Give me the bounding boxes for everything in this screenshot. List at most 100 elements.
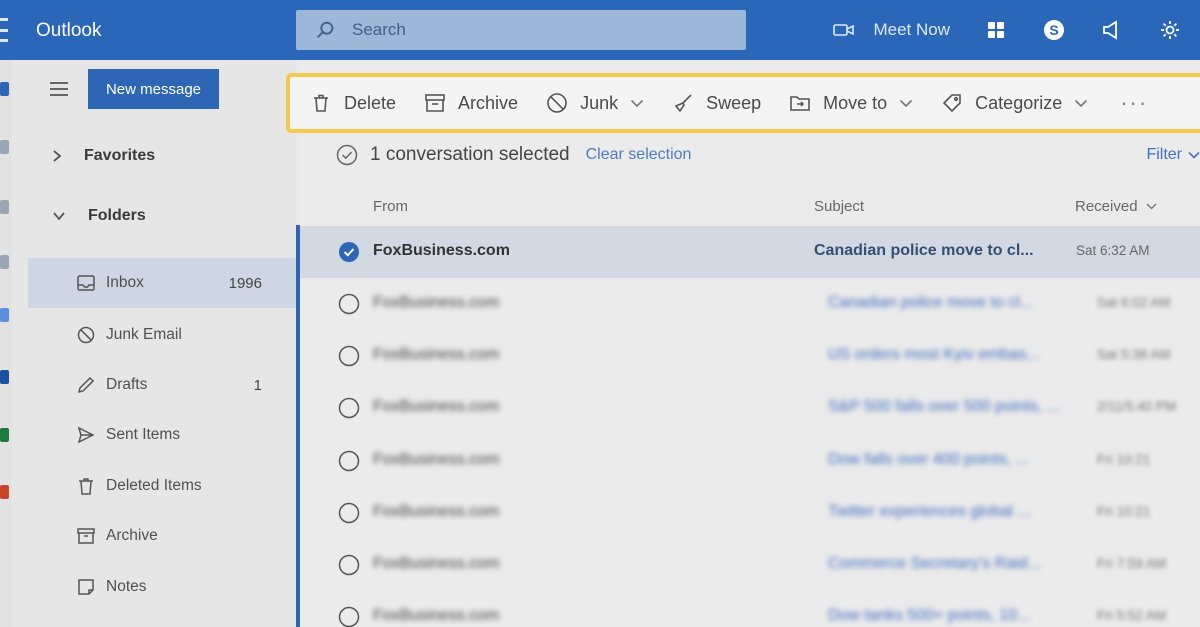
column-header-received[interactable]: Received	[1075, 198, 1157, 215]
chevron-down-icon	[1146, 203, 1157, 210]
archive-label: Archive	[458, 92, 519, 113]
grid-icon[interactable]	[984, 18, 1008, 42]
message-row[interactable]: FoxBusiness.com Commerce Secretary's Rai…	[300, 539, 1200, 591]
trash-icon	[314, 94, 328, 112]
move-to-button[interactable]: Move to	[789, 92, 913, 114]
folder-label: Notes	[106, 578, 147, 595]
message-row[interactable]: FoxBusiness.com Twitter experiences glob…	[300, 487, 1200, 539]
archive-button[interactable]: Archive	[424, 92, 518, 114]
delete-button[interactable]: Delete	[310, 92, 396, 114]
circle-icon[interactable]	[338, 450, 360, 472]
more-options-button[interactable]: ···	[1120, 90, 1148, 116]
powerpoint-app-icon[interactable]	[0, 485, 9, 499]
pencil-icon	[77, 376, 95, 394]
tag-icon	[943, 94, 961, 113]
circle-icon[interactable]	[338, 293, 360, 315]
column-header-subject[interactable]: Subject	[814, 198, 864, 215]
message-sender: FoxBusiness.com	[373, 346, 500, 363]
people-app-icon[interactable]	[0, 200, 9, 214]
message-received: Fri 10:21	[1097, 452, 1151, 467]
categorize-label: Categorize	[975, 92, 1063, 113]
message-row[interactable]: FoxBusiness.com US orders most Kyiv emba…	[300, 330, 1200, 382]
message-received: 2/11/5:40 PM	[1097, 399, 1177, 414]
delete-label: Delete	[344, 92, 397, 113]
message-received: Sat 6:02 AM	[1097, 295, 1171, 310]
chevron-down-icon	[631, 99, 644, 107]
message-row[interactable]: FoxBusiness.com S&P 500 falls over 500 p…	[300, 382, 1200, 434]
folders-label: Folders	[88, 207, 146, 224]
favorites-section[interactable]: Favorites	[52, 147, 155, 165]
word-app-icon[interactable]	[0, 370, 9, 384]
filter-label: Filter	[1146, 146, 1182, 163]
message-sender: FoxBusiness.com	[373, 451, 500, 468]
chevron-down-icon	[900, 99, 913, 107]
new-message-button[interactable]: New message	[88, 69, 219, 109]
folder-move-icon	[790, 96, 810, 111]
app-title[interactable]: Outlook	[36, 20, 101, 42]
excel-app-icon[interactable]	[0, 428, 9, 442]
app-launcher-icon[interactable]	[0, 18, 10, 42]
command-toolbar: Delete Archive Junk Sweep Move to Catego…	[286, 73, 1200, 133]
mail-app-icon[interactable]	[0, 82, 9, 96]
sweep-button[interactable]: Sweep	[672, 92, 761, 114]
folders-section[interactable]: Folders	[52, 207, 146, 225]
check-circle-icon[interactable]	[336, 144, 358, 166]
folder-sent-items[interactable]: Sent Items	[28, 410, 296, 460]
message-subject: Dow falls over 400 points, ...	[828, 451, 1029, 468]
message-subject: Canadian police move to cl...	[828, 294, 1034, 311]
categorize-button[interactable]: Categorize	[941, 92, 1088, 114]
folder-label: Junk Email	[106, 326, 182, 343]
filter-button[interactable]: Filter	[1146, 146, 1200, 164]
attach-app-icon[interactable]	[0, 255, 9, 269]
circle-icon[interactable]	[338, 606, 360, 627]
received-label: Received	[1075, 198, 1138, 215]
circle-icon[interactable]	[338, 502, 360, 524]
circle-icon[interactable]	[338, 554, 360, 576]
message-row[interactable]: FoxBusiness.com Dow tanks 500+ points, 1…	[300, 591, 1200, 627]
search-icon	[317, 21, 334, 38]
search-box[interactable]: Search	[296, 10, 746, 50]
hamburger-menu-icon[interactable]	[50, 82, 68, 96]
message-list-pane: Delete Archive Junk Sweep Move to Catego…	[286, 60, 1200, 627]
chevron-down-icon	[1188, 151, 1200, 159]
chevron-down-icon	[53, 212, 65, 221]
search-placeholder: Search	[352, 20, 406, 39]
megaphone-icon[interactable]	[1100, 18, 1124, 42]
meet-now-button[interactable]: Meet Now	[833, 20, 950, 40]
folder-junk-email[interactable]: Junk Email	[28, 310, 296, 360]
junk-button[interactable]: Junk	[546, 92, 644, 114]
folder-label: Drafts	[106, 376, 148, 393]
sweep-label: Sweep	[706, 92, 762, 113]
message-row[interactable]: FoxBusiness.com Canadian police move to …	[300, 226, 1200, 278]
settings-gear-icon[interactable]	[1158, 18, 1182, 42]
draft-count: 1	[253, 377, 262, 394]
folder-deleted-items[interactable]: Deleted Items	[28, 461, 296, 511]
folder-archive[interactable]: Archive	[28, 511, 296, 561]
message-subject: Twitter experiences global ...	[828, 503, 1031, 520]
junk-icon	[77, 326, 95, 344]
message-subject: Canadian police move to cl...	[814, 242, 1034, 259]
svg-text:S: S	[1049, 22, 1058, 38]
column-header-from[interactable]: From	[373, 198, 408, 215]
message-row[interactable]: FoxBusiness.com Canadian police move to …	[300, 278, 1200, 330]
folder-label: Deleted Items	[106, 477, 202, 494]
note-icon	[78, 579, 94, 595]
broom-icon	[674, 94, 692, 113]
folder-pane: New message Favorites Folders Inbox 1996…	[12, 60, 296, 627]
skype-icon[interactable]: S	[1042, 18, 1066, 42]
folder-inbox[interactable]: Inbox 1996	[28, 258, 296, 308]
message-sender: FoxBusiness.com	[373, 503, 500, 520]
folder-notes[interactable]: Notes	[28, 562, 296, 612]
todo-app-icon[interactable]	[0, 308, 9, 322]
message-row[interactable]: FoxBusiness.com Dow falls over 400 point…	[300, 435, 1200, 487]
message-received: Sat 6:32 AM	[1076, 243, 1150, 258]
inbox-icon	[77, 275, 95, 291]
calendar-app-icon[interactable]	[0, 140, 9, 154]
clear-selection-link[interactable]: Clear selection	[586, 146, 692, 164]
unread-count: 1996	[228, 275, 262, 292]
circle-icon[interactable]	[338, 397, 360, 419]
folder-drafts[interactable]: Drafts 1	[28, 360, 296, 410]
circle-icon[interactable]	[338, 345, 360, 367]
send-icon	[77, 426, 95, 444]
checked-circle-icon[interactable]	[338, 241, 360, 263]
